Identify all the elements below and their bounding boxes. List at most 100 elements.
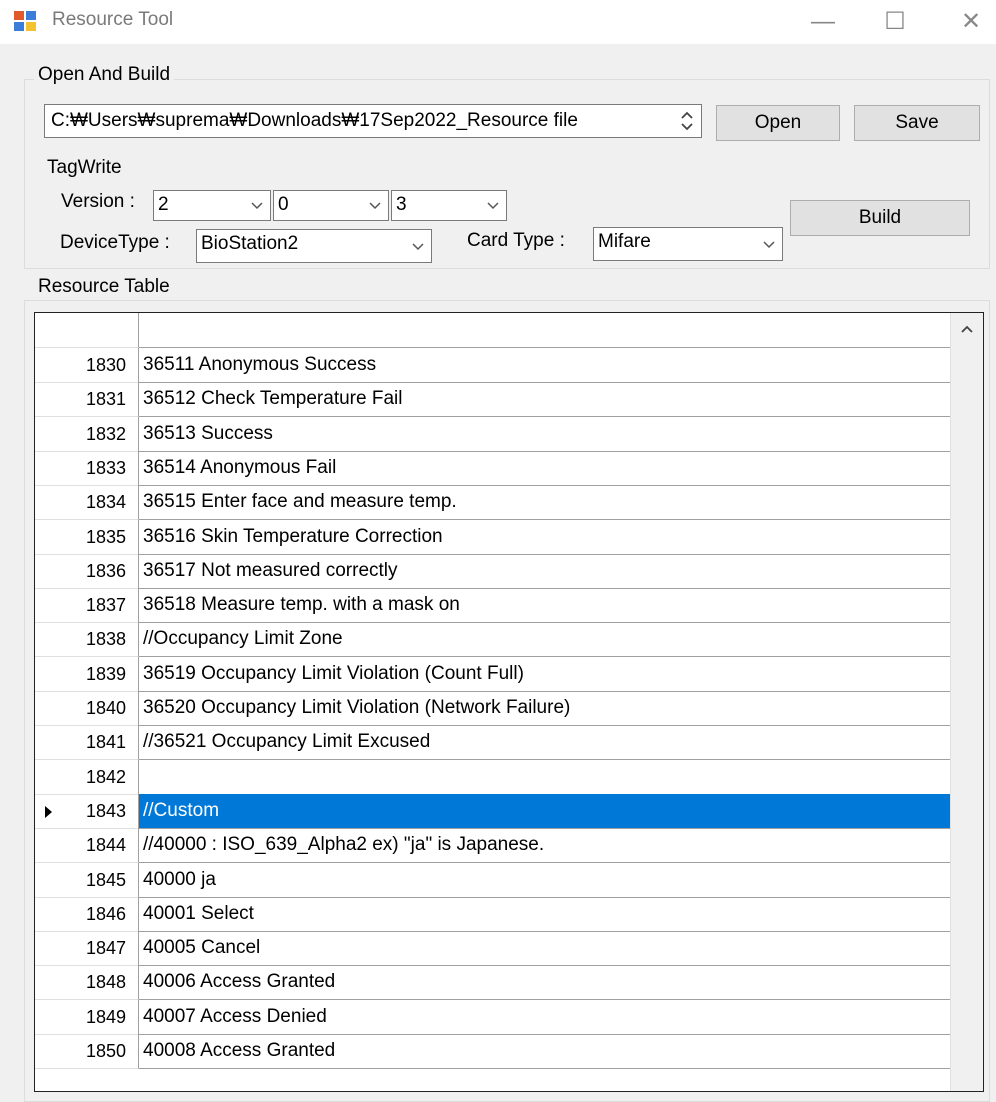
row-value-cell[interactable]: 36511 Anonymous Success (139, 348, 951, 383)
row-value-cell[interactable]: 36518 Measure temp. with a mask on (139, 588, 951, 623)
card-type-value: Mifare (598, 231, 651, 252)
table-row[interactable]: 1832 36513 Success (35, 417, 951, 452)
build-button[interactable]: Build (790, 200, 970, 236)
table-row[interactable]: 1848 40006 Access Granted (35, 965, 951, 1000)
table-row[interactable]: 1837 36518 Measure temp. with a mask on (35, 588, 951, 623)
table-row[interactable]: 1845 40000 ja (35, 863, 951, 898)
row-value-cell[interactable]: //36521 Occupancy Limit Excused (139, 725, 951, 760)
scroll-up-icon[interactable] (959, 323, 975, 335)
maximize-button[interactable]: ☐ (872, 0, 918, 44)
row-number-cell: 1836 (63, 554, 139, 589)
row-value-cell[interactable]: //Occupancy Limit Zone (139, 622, 951, 657)
version-major-select[interactable]: 2 (153, 190, 271, 221)
row-number-cell: 1843 (63, 794, 139, 829)
table-row[interactable]: 1831 36512 Check Temperature Fail (35, 382, 951, 417)
row-number-cell: 1841 (63, 725, 139, 760)
version-patch-select[interactable]: 3 (391, 190, 507, 221)
spinner-icon[interactable] (679, 107, 695, 135)
row-value-cell[interactable]: 36520 Occupancy Limit Violation (Network… (139, 691, 951, 726)
row-value-cell[interactable]: //40000 : ISO_639_Alpha2 ex) "ja" is Jap… (139, 828, 951, 863)
row-selector-cell[interactable] (35, 622, 63, 657)
row-number-cell: 1848 (63, 965, 139, 1000)
row-value-cell[interactable]: //Custom (139, 794, 951, 829)
table-row[interactable]: 1834 36515 Enter face and measure temp. (35, 485, 951, 520)
row-selector-cell[interactable] (35, 588, 63, 623)
header-value-cell (139, 313, 951, 348)
row-value-cell[interactable]: 40000 ja (139, 863, 951, 898)
row-selector-cell[interactable] (35, 554, 63, 589)
row-selector-cell[interactable] (35, 417, 63, 452)
row-number-cell: 1837 (63, 588, 139, 623)
version-minor-select[interactable]: 0 (273, 190, 389, 221)
save-button[interactable]: Save (854, 105, 980, 141)
row-selector-cell[interactable] (35, 725, 63, 760)
chevron-down-icon (412, 243, 424, 251)
device-type-select[interactable]: BioStation2 (196, 229, 432, 263)
device-type-value: BioStation2 (201, 233, 299, 254)
chevron-down-icon (763, 241, 775, 249)
row-selector-cell[interactable] (35, 828, 63, 863)
row-value-cell[interactable]: 40007 Access Denied (139, 1000, 951, 1035)
row-selector-cell[interactable] (35, 1000, 63, 1035)
row-value-cell[interactable]: 36513 Success (139, 417, 951, 452)
row-selector-cell[interactable] (35, 520, 63, 555)
title-bar: Resource Tool — ☐ ✕ (0, 0, 996, 44)
table-row[interactable]: 1846 40001 Select (35, 897, 951, 932)
table-row[interactable]: 1840 36520 Occupancy Limit Violation (Net… (35, 691, 951, 726)
row-selector-cell[interactable] (35, 863, 63, 898)
row-selector-cell[interactable] (35, 348, 63, 383)
file-path-field[interactable]: C:₩Users₩suprema₩Downloads₩17Sep2022_Res… (44, 104, 702, 138)
row-selector-cell[interactable] (35, 897, 63, 932)
table-row[interactable]: 1836 36517 Not measured correctly (35, 554, 951, 589)
row-selector-cell[interactable] (35, 794, 63, 829)
row-value-cell[interactable]: 40008 Access Granted (139, 1034, 951, 1069)
row-value-cell[interactable]: 40006 Access Granted (139, 965, 951, 1000)
row-number-cell: 1830 (63, 348, 139, 383)
row-selector-cell[interactable] (35, 760, 63, 795)
row-value-cell[interactable]: 40001 Select (139, 897, 951, 932)
tagwrite-label: TagWrite (47, 157, 122, 178)
row-value-cell[interactable]: 36519 Occupancy Limit Violation (Count F… (139, 657, 951, 692)
row-value-cell[interactable]: 36514 Anonymous Fail (139, 451, 951, 486)
table-row[interactable]: 1841//36521 Occupancy Limit Excused (35, 725, 951, 760)
minimize-button[interactable]: — (800, 0, 846, 44)
table-row[interactable]: 1847 40005 Cancel (35, 931, 951, 966)
row-value-cell[interactable] (139, 760, 951, 795)
row-selector-cell[interactable] (35, 382, 63, 417)
row-value-cell[interactable]: 36512 Check Temperature Fail (139, 382, 951, 417)
table-row[interactable]: 1830 36511 Anonymous Success (35, 348, 951, 383)
open-and-build-label: Open And Build (34, 64, 175, 86)
row-selector-cell[interactable] (35, 1034, 63, 1069)
row-selector-cell[interactable] (35, 931, 63, 966)
row-value-cell[interactable]: 36517 Not measured correctly (139, 554, 951, 589)
header-number-cell (63, 313, 139, 348)
row-selector-cell[interactable] (35, 485, 63, 520)
chevron-down-icon (251, 202, 263, 210)
table-row[interactable]: 1843//Custom (35, 794, 951, 829)
table-row[interactable]: 1844//40000 : ISO_639_Alpha2 ex) "ja" is… (35, 828, 951, 863)
table-row[interactable]: 1839 36519 Occupancy Limit Violation (Cou… (35, 657, 951, 692)
table-row[interactable]: 1835 36516 Skin Temperature Correction (35, 520, 951, 555)
resource-data-grid[interactable]: 1830 36511 Anonymous Success 1831 36512 Che… (34, 312, 984, 1092)
row-selector-cell[interactable] (35, 691, 63, 726)
vertical-scrollbar[interactable] (950, 313, 983, 1091)
table-row[interactable]: 1833 36514 Anonymous Fail (35, 451, 951, 486)
row-selector-cell[interactable] (35, 657, 63, 692)
row-number-cell: 1850 (63, 1034, 139, 1069)
table-row[interactable]: 1849 40007 Access Denied (35, 1000, 951, 1035)
table-row[interactable]: 1838//Occupancy Limit Zone (35, 622, 951, 657)
row-value-cell[interactable]: 36515 Enter face and measure temp. (139, 485, 951, 520)
window-title: Resource Tool (52, 9, 174, 30)
card-type-select[interactable]: Mifare (593, 227, 783, 261)
table-row[interactable]: 1850 40008 Access Granted (35, 1034, 951, 1069)
row-selector-cell[interactable] (35, 965, 63, 1000)
open-button[interactable]: Open (716, 105, 840, 141)
row-value-cell[interactable]: 40005 Cancel (139, 931, 951, 966)
row-value-cell[interactable]: 36516 Skin Temperature Correction (139, 520, 951, 555)
close-button[interactable]: ✕ (948, 0, 994, 44)
row-selector-cell[interactable] (35, 451, 63, 486)
grid-header-row (35, 313, 951, 348)
app-icon (14, 11, 36, 31)
header-selector-cell (35, 313, 63, 348)
table-row[interactable]: 1842 (35, 760, 951, 795)
